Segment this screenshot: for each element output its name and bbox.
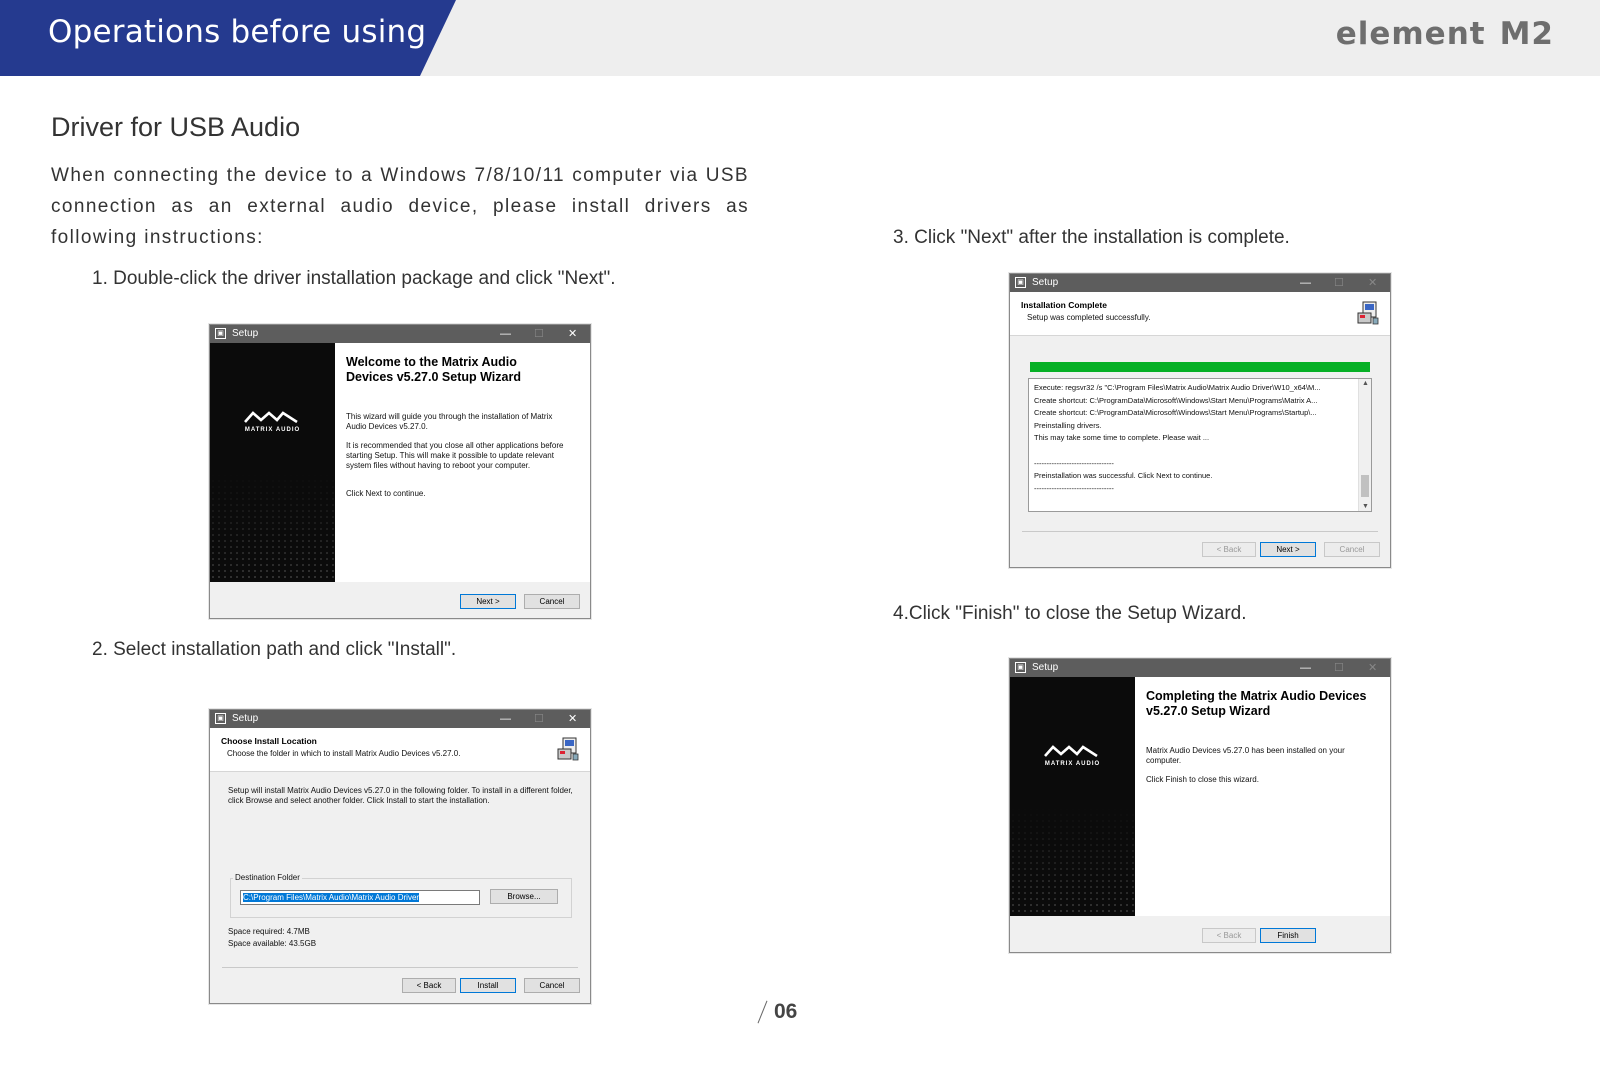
minimize-button[interactable]: — [500,710,511,728]
close-button[interactable]: ✕ [568,710,577,728]
log-line: Create shortcut: C:\ProgramData\Microsof… [1034,408,1317,418]
matrix-audio-logo-icon [244,411,298,423]
minimize-button[interactable]: — [1300,274,1311,292]
space-required-text: Space required: 4.7MB [228,927,310,936]
wizard-header-title: Installation Complete [1021,300,1107,310]
setup-dialog-installation-complete: ▣ Setup — ☐ ✕ Installation Complete Setu… [1009,273,1391,568]
log-scrollbar[interactable]: ▲ ▼ [1358,379,1371,511]
scroll-down-icon[interactable]: ▼ [1362,503,1369,510]
next-button[interactable]: Next > [1260,542,1316,557]
wizard-header: Choose Install Location Choose the folde… [210,728,590,772]
wizard-continue-text: Click Next to continue. [346,489,426,498]
cancel-button[interactable]: Cancel [1324,542,1380,557]
destination-path-value: C:\Program Files\Matrix Audio\Matrix Aud… [243,893,420,902]
close-button[interactable]: ✕ [1368,274,1377,292]
step-1-text: 1. Double-click the driver installation … [92,268,616,289]
minimize-button[interactable]: — [500,325,511,343]
cancel-button[interactable]: Cancel [524,978,580,993]
window-title: Setup [232,328,259,339]
scroll-thumb[interactable] [1361,475,1369,497]
log-line: -------------------------------- [1034,458,1114,468]
log-line: -------------------------------- [1034,483,1114,493]
wizard-header-title: Choose Install Location [221,736,317,746]
log-line: Create shortcut: C:\ProgramData\Microsof… [1034,395,1318,405]
page-header-title: Operations before using [48,14,427,50]
wizard-content: Welcome to the Matrix Audio Devices v5.2… [335,343,590,582]
installer-package-icon [557,737,579,761]
setup-dialog-welcome: ▣ Setup — ☐ ✕ MATRIX AUDIO Welcome to th… [209,324,591,619]
log-line: Execute: regsvr32 /s "C:\Program Files\M… [1034,383,1321,392]
title-bar: ▣ Setup — ☐ ✕ [1010,659,1390,677]
scroll-up-icon[interactable]: ▲ [1362,380,1369,387]
divider [1022,531,1378,532]
logo-text: MATRIX AUDIO [1044,761,1101,767]
wizard-header-subtitle: Choose the folder in which to install Ma… [227,749,461,758]
space-available-text: Space available: 43.5GB [228,939,317,948]
window-title: Setup [232,713,259,724]
wizard-recommend-text: It is recommended that you close all oth… [346,441,564,470]
installer-package-icon [1357,301,1379,325]
finish-button[interactable]: Finish [1260,928,1316,943]
install-log[interactable]: Execute: regsvr32 /s "C:\Program Files\M… [1028,378,1372,512]
wizard-header: Installation Complete Setup was complete… [1010,292,1390,336]
install-button[interactable]: Install [460,978,516,993]
window-title: Setup [1032,277,1059,288]
setup-dialog-finish: ▣ Setup — ☐ ✕ MATRIX AUDIO Completing th… [1009,658,1391,953]
step-3-text: 3. Click "Next" after the installation i… [893,227,1290,248]
wizard-header-subtitle: Setup was completed successfully. [1027,313,1151,322]
page-number-slash [757,1000,768,1024]
dot-pattern [210,472,335,582]
dot-pattern [1010,806,1135,916]
brand-model: M2 [1499,16,1554,52]
page-number: 06 [774,1000,798,1023]
back-button[interactable]: < Back [402,978,456,993]
log-line: Preinstallation was successful. Click Ne… [1034,471,1213,481]
brand-name: element [1335,16,1486,52]
setup-app-icon: ▣ [1015,662,1026,673]
wizard-heading: Completing the Matrix Audio Devices v5.2… [1146,689,1367,718]
matrix-audio-logo-icon [1044,745,1098,757]
destination-folder-label: Destination Folder [233,873,302,882]
title-bar: ▣ Setup — ☐ ✕ [1010,274,1390,292]
back-button[interactable]: < Back [1202,542,1256,557]
wizard-installed-text: Matrix Audio Devices v5.27.0 has been in… [1146,746,1345,765]
step-4-text: 4.Click "Finish" to close the Setup Wiza… [893,603,1247,624]
divider [222,967,578,968]
wizard-content: Completing the Matrix Audio Devices v5.2… [1135,677,1390,916]
window-title: Setup [1032,662,1059,673]
setup-app-icon: ▣ [1015,277,1026,288]
wizard-intro-text: This wizard will guide you through the i… [346,412,553,431]
maximize-button[interactable]: ☐ [1334,274,1344,292]
close-button[interactable]: ✕ [1368,659,1377,677]
maximize-button[interactable]: ☐ [1334,659,1344,677]
install-progress-bar [1030,362,1370,372]
setup-dialog-install-location: ▣ Setup — ☐ ✕ Choose Install Location Ch… [209,709,591,1004]
cancel-button[interactable]: Cancel [524,594,580,609]
next-button[interactable]: Next > [460,594,516,609]
setup-app-icon: ▣ [215,713,226,724]
close-button[interactable]: ✕ [568,325,577,343]
log-line: This may take some time to complete. Ple… [1034,433,1210,443]
section-title: Driver for USB Audio [51,112,301,142]
brand-logo: element M2 [1336,16,1554,52]
destination-path-input[interactable]: C:\Program Files\Matrix Audio\Matrix Aud… [240,890,480,905]
maximize-button[interactable]: ☐ [534,710,544,728]
title-bar: ▣ Setup — ☐ ✕ [210,710,590,728]
install-location-description: Setup will install Matrix Audio Devices … [228,786,573,805]
log-line: Preinstalling drivers. [1034,420,1102,430]
wizard-heading: Welcome to the Matrix Audio Devices v5.2… [346,355,521,384]
wizard-finish-text: Click Finish to close this wizard. [1146,775,1259,784]
wizard-side-banner: MATRIX AUDIO [210,343,335,582]
title-bar: ▣ Setup — ☐ ✕ [210,325,590,343]
wizard-side-banner: MATRIX AUDIO [1010,677,1135,916]
maximize-button[interactable]: ☐ [534,325,544,343]
minimize-button[interactable]: — [1300,659,1311,677]
setup-app-icon: ▣ [215,328,226,339]
browse-button[interactable]: Browse... [490,889,558,904]
step-2-text: 2. Select installation path and click "I… [92,639,457,660]
logo-text: MATRIX AUDIO [244,427,301,433]
back-button[interactable]: < Back [1202,928,1256,943]
intro-paragraph: When connecting the device to a Windows … [51,165,749,248]
